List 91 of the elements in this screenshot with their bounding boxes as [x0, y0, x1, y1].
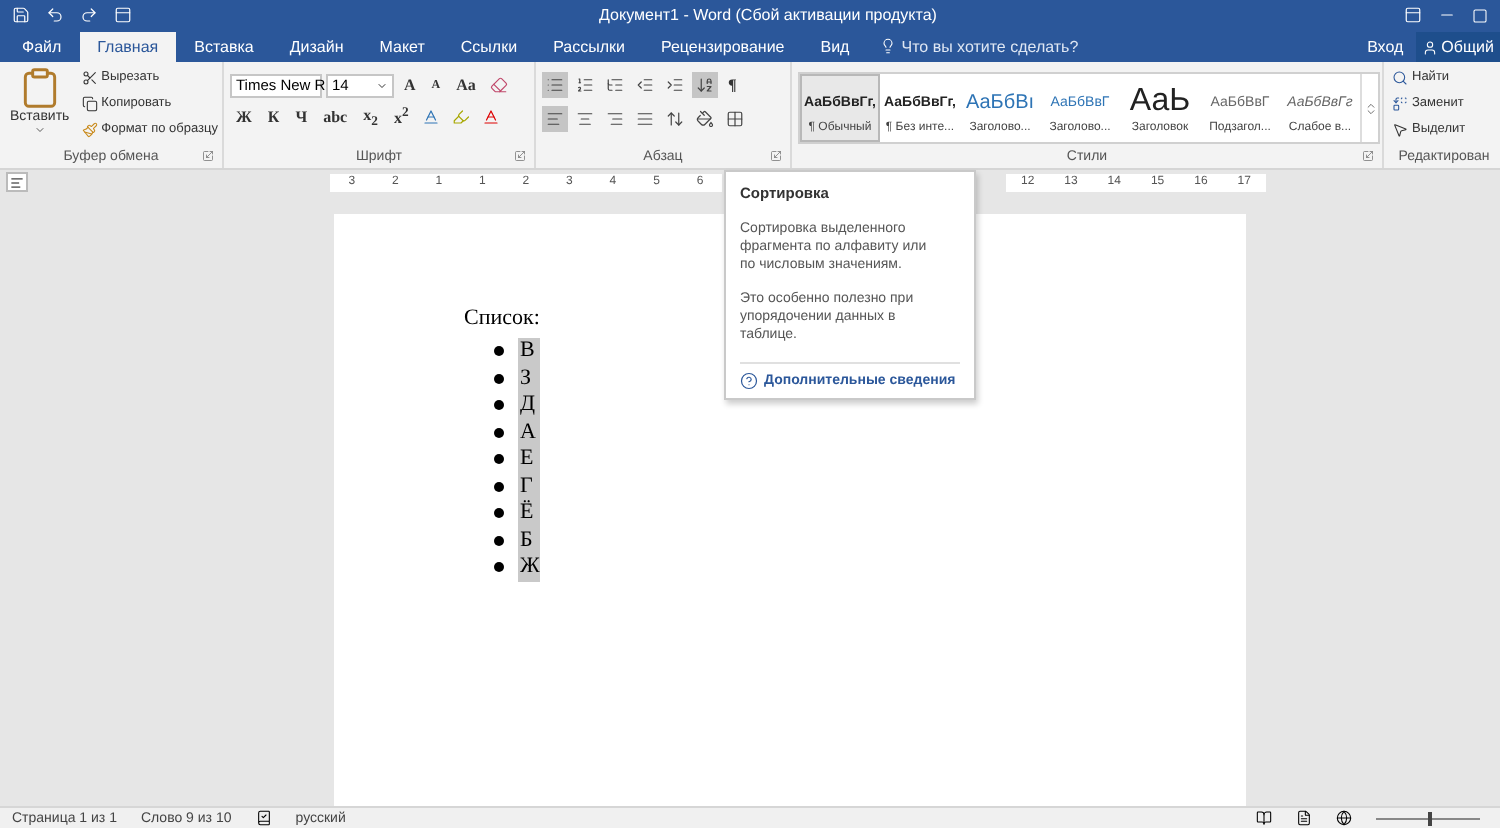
list-item-text: Ж [518, 554, 540, 581]
redo-icon [80, 6, 98, 24]
bullet-icon [494, 535, 504, 546]
caret-icon [376, 79, 388, 91]
ribbon-tab[interactable]: Главная [79, 32, 177, 62]
clear-format-button[interactable] [485, 72, 512, 98]
bullet-list-icon [546, 76, 564, 94]
font-style-button[interactable]: x$_{2}$ [357, 104, 384, 130]
font-color-icon [482, 108, 501, 126]
list-item-text: Ё [518, 500, 540, 527]
grow-font-button[interactable]: A [398, 72, 422, 98]
decrease-indent-icon [636, 76, 654, 94]
ribbon-tab[interactable]: Рецензирование [642, 32, 803, 62]
highlighter-icon [452, 108, 471, 126]
ribbon-tab[interactable]: Дизайн [271, 32, 362, 62]
scissors-icon [81, 69, 98, 85]
align-right-icon [606, 110, 624, 128]
numbered-list-button[interactable] [572, 72, 598, 98]
align-left-button[interactable] [542, 106, 568, 132]
lightbulb-icon [879, 38, 896, 54]
ribbon-tab[interactable]: Рассылки [535, 32, 643, 62]
bullet-icon [494, 346, 504, 357]
paintbrush-icon [81, 121, 98, 137]
tab-selector[interactable] [6, 172, 28, 192]
ribbon-tab[interactable]: Ссылки [442, 32, 536, 62]
list-item-text: З [518, 365, 540, 392]
dialog-launcher-icon [770, 150, 782, 162]
proofing-icon [255, 810, 272, 826]
paint-bucket-icon [696, 110, 714, 128]
dialog-launcher-icon [202, 150, 214, 162]
list-item-text: Б [518, 527, 540, 554]
align-center-icon [576, 110, 594, 128]
show-marks-button[interactable]: ¶ [722, 72, 743, 98]
font-style-button[interactable]: abc [317, 104, 354, 130]
line-spacing-icon [666, 110, 684, 128]
text-effects-icon [422, 108, 441, 126]
save-icon [12, 6, 30, 24]
borders-icon [726, 110, 744, 128]
sort-button[interactable] [692, 72, 718, 98]
font-style-button[interactable]: x$^{2}$ [387, 104, 415, 130]
person-icon [1421, 39, 1438, 55]
bullet-icon [494, 508, 504, 519]
justify-icon [636, 110, 654, 128]
share-button[interactable]: Общий [1415, 32, 1500, 62]
dialog-launcher-icon [514, 150, 526, 162]
print-layout-icon [1296, 810, 1312, 826]
list-item-text: В [518, 338, 540, 365]
caret-icon [33, 124, 46, 136]
numbered-list-icon [576, 76, 594, 94]
bullet-icon [494, 481, 504, 492]
line-spacing-button[interactable] [662, 106, 688, 132]
increase-indent-icon [666, 76, 684, 94]
list-heading: Список: [464, 306, 540, 330]
web-layout-icon [1336, 810, 1352, 826]
font-style-button[interactable]: Ч [289, 104, 314, 130]
maximize-icon [1472, 7, 1488, 23]
bullet-icon [494, 454, 504, 465]
align-left-icon [546, 110, 564, 128]
font-style-button[interactable]: Ж [230, 104, 258, 130]
list-item-text: Г [518, 473, 540, 500]
ribbon-tab[interactable]: Вид [802, 32, 868, 62]
read-mode-icon [1256, 810, 1272, 826]
font-style-button[interactable]: К [261, 104, 286, 130]
ribbon-tab[interactable]: Вставка [176, 32, 272, 62]
bullet-icon [494, 373, 504, 384]
gallery-scroll-icon [1363, 101, 1377, 115]
list-item-text: Е [518, 446, 540, 473]
multilevel-list-icon [606, 76, 624, 94]
ribbon-tab[interactable]: Файл [4, 32, 80, 62]
undo-icon [46, 6, 64, 24]
bullet-list-button[interactable] [542, 72, 568, 98]
window-title: Документ1 - Word (Сбой активации продукта) [597, 6, 939, 24]
copy-icon [81, 95, 98, 111]
sort-icon [696, 76, 714, 94]
ribbon-tab[interactable]: Макет [361, 32, 443, 62]
pointer-icon [1392, 121, 1408, 137]
bullet-icon [494, 562, 504, 573]
paint-bucket-button[interactable] [692, 106, 718, 132]
bullet-icon [494, 427, 504, 438]
change-case-button[interactable]: Aa [450, 72, 482, 98]
bullet-icon [494, 400, 504, 411]
list-item-text: Д [518, 392, 540, 419]
help-icon [740, 371, 758, 390]
list-item-text: А [518, 419, 540, 446]
sign-in-link[interactable]: Вход [1367, 37, 1404, 55]
eraser-icon [489, 76, 508, 94]
replace-icon [1392, 95, 1408, 111]
borders-button[interactable] [722, 106, 748, 132]
tell-me-field[interactable]: Что вы хотите сделать? [879, 37, 1368, 55]
dialog-launcher-icon [1362, 150, 1374, 162]
search-icon [1392, 69, 1408, 85]
